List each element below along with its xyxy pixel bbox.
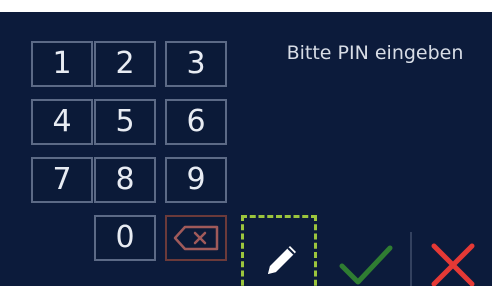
key-8[interactable]: 8 [94, 157, 156, 203]
key-3[interactable]: 3 [165, 41, 227, 87]
edit-button[interactable] [241, 215, 317, 286]
key-4[interactable]: 4 [31, 99, 93, 145]
backspace-icon [173, 225, 219, 251]
key-1[interactable]: 1 [31, 41, 93, 87]
pin-entry-screen: 1 2 3 4 5 6 7 8 9 0 Bitte PIN eingeben [0, 12, 492, 286]
cancel-button[interactable] [426, 238, 480, 286]
button-divider [410, 232, 412, 286]
key-6[interactable]: 6 [165, 99, 227, 145]
backspace-button[interactable] [165, 215, 227, 261]
confirm-button[interactable] [336, 240, 396, 286]
checkmark-icon [339, 245, 393, 285]
close-icon [431, 243, 475, 286]
key-2[interactable]: 2 [94, 41, 156, 87]
key-7[interactable]: 7 [31, 157, 93, 203]
pencil-icon [268, 246, 296, 274]
key-9[interactable]: 9 [165, 157, 227, 203]
pin-prompt: Bitte PIN eingeben [286, 42, 464, 64]
key-0[interactable]: 0 [94, 215, 156, 261]
key-5[interactable]: 5 [94, 99, 156, 145]
